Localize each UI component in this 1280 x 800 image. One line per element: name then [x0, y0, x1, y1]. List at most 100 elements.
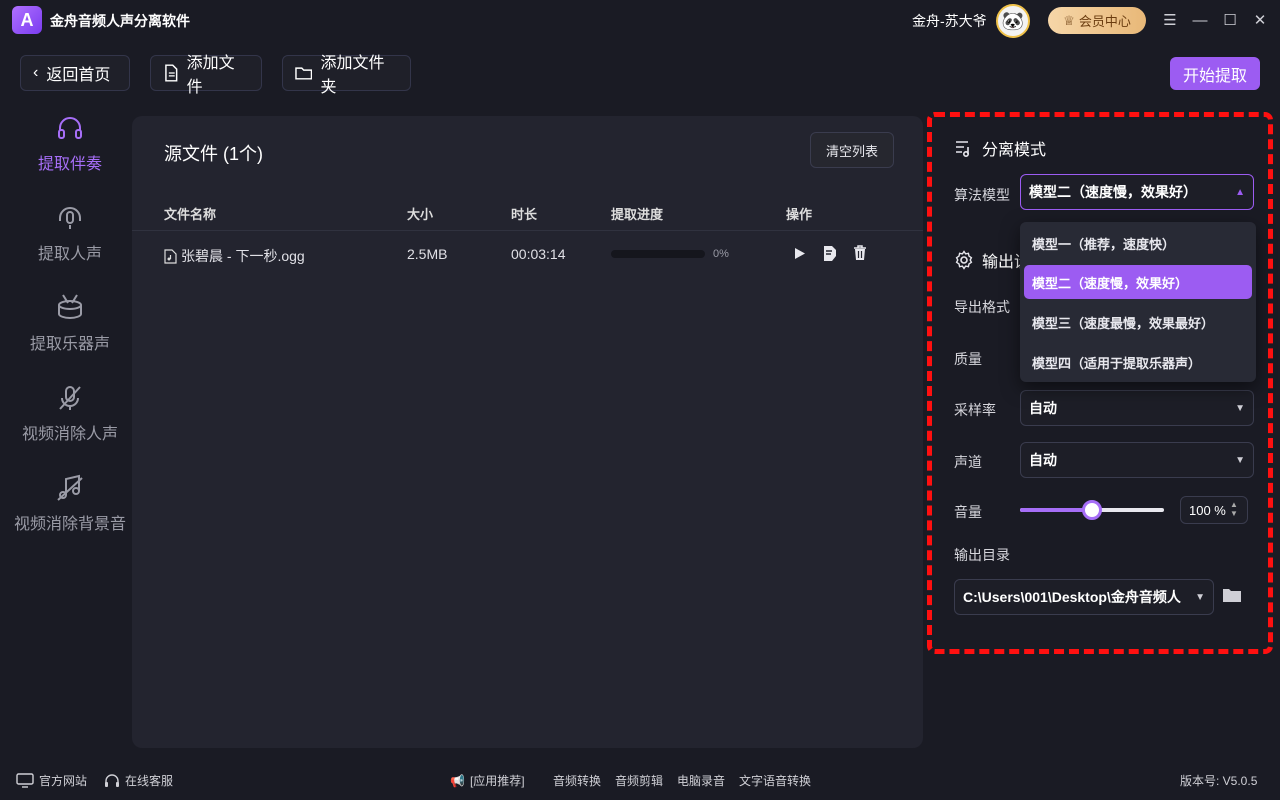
algorithm-model-label: 算法模型	[954, 187, 1010, 203]
version-number: 版本号: V5.0.5	[1180, 774, 1258, 788]
column-header-duration: 时长	[511, 207, 538, 222]
quality-label: 质量	[954, 351, 982, 367]
output-dir-value: C:\Users\001\Desktop\金舟音频人	[963, 589, 1181, 605]
file-duration: 00:03:14	[511, 246, 566, 262]
output-dir-label: 输出目录	[954, 547, 1010, 563]
column-header-size: 大小	[407, 207, 434, 222]
crown-icon: ♕	[1063, 12, 1075, 28]
chevron-down-icon: ▼	[1195, 591, 1205, 603]
add-folder-button[interactable]: 添加文件夹	[282, 55, 411, 96]
monitor-icon	[16, 773, 34, 788]
model-option-2[interactable]: 模型二（速度慢，效果好）	[1024, 265, 1252, 299]
sample-rate-select[interactable]: 自动 ▼	[1020, 390, 1254, 426]
sidebar-item-label: 提取乐器声	[29, 336, 110, 353]
footer-link-audio-convert[interactable]: 音频转换	[553, 772, 601, 789]
footer-link-text-to-speech[interactable]: 文字语音转换	[739, 772, 811, 789]
back-home-label: 返回首页	[46, 67, 111, 84]
back-home-button[interactable]: ‹ 返回首页	[20, 55, 130, 91]
start-extract-button[interactable]: 开始提取	[1170, 57, 1260, 90]
channel-label: 声道	[954, 454, 982, 470]
extract-progress-bar	[611, 250, 705, 258]
volume-label: 音量	[954, 504, 982, 520]
algorithm-model-value: 模型二（速度慢，效果好）	[1029, 184, 1197, 200]
algorithm-model-select[interactable]: 模型二（速度慢，效果好） ▲	[1020, 174, 1254, 210]
app-logo: A	[12, 6, 42, 34]
sample-rate-label: 采样率	[954, 402, 996, 418]
volume-slider-thumb[interactable]	[1082, 500, 1102, 520]
file-name-cell: 张碧晨 - 下一秒.ogg	[164, 246, 305, 266]
sample-rate-value: 自动	[1029, 400, 1057, 416]
official-website-label: 官方网站	[39, 774, 88, 788]
sidebar-item-extract-accompaniment[interactable]: 提取伴奏	[0, 112, 140, 174]
music-off-icon	[54, 472, 86, 504]
minimize-icon[interactable]: —	[1190, 10, 1210, 30]
file-name: 张碧晨 - 下一秒.ogg	[181, 248, 305, 264]
algorithm-model-dropdown: 模型一（推荐，速度快） 模型二（速度慢，效果好） 模型三（速度最慢，效果最好） …	[1020, 222, 1256, 382]
channel-select[interactable]: 自动 ▼	[1020, 442, 1254, 478]
chevron-up-icon: ▲	[1235, 186, 1245, 198]
sidebar-item-video-remove-bgm[interactable]: 视频消除背景音	[0, 472, 140, 534]
chevron-left-icon: ‹	[33, 64, 39, 81]
source-file-panel: 源文件 (1个) 清空列表 文件名称 大小 时长 提取进度 操作 张碧晨 - 下…	[132, 116, 923, 748]
sidebar-item-extract-vocals[interactable]: 提取人声	[0, 202, 140, 264]
app-title: 金舟音频人声分离软件	[50, 13, 190, 29]
model-option-1[interactable]: 模型一（推荐，速度快）	[1024, 226, 1252, 260]
recommend-label: [应用推荐]	[469, 774, 525, 788]
avatar[interactable]: 🐼	[996, 4, 1030, 38]
mic-off-icon	[54, 382, 86, 414]
add-file-label: 添加文件	[186, 55, 235, 96]
headphones-icon	[54, 112, 86, 144]
model-option-3[interactable]: 模型三（速度最慢，效果最好）	[1024, 305, 1252, 339]
user-name[interactable]: 金舟-苏大爷	[912, 11, 987, 31]
vip-center-button[interactable]: ♕ 会员中心	[1048, 7, 1146, 34]
file-icon	[165, 64, 178, 82]
close-icon[interactable]: ✕	[1250, 10, 1270, 30]
folder-icon	[295, 67, 313, 80]
channel-value: 自动	[1029, 452, 1057, 468]
sidebar-item-video-remove-vocals[interactable]: 视频消除人声	[0, 382, 140, 444]
column-header-progress: 提取进度	[611, 207, 664, 222]
output-dir-select[interactable]: C:\Users\001\Desktop\金舟音频人 ▼	[954, 579, 1214, 615]
drum-icon	[54, 292, 86, 324]
browse-folder-icon[interactable]	[1222, 586, 1244, 608]
vip-center-label: 会员中心	[1078, 14, 1131, 29]
gear-icon	[955, 250, 973, 270]
separation-mode-title: 分离模式	[982, 142, 1047, 159]
header-divider	[132, 230, 923, 231]
title-bar: A 金舟音频人声分离软件 金舟-苏大爷 🐼 ♕ 会员中心 ☰ — ☐ ✕	[0, 0, 1280, 40]
megaphone-icon: 📢	[450, 773, 465, 788]
output-settings-header: 输出设	[954, 248, 1030, 272]
online-support-label: 在线客服	[125, 774, 174, 788]
separation-icon	[956, 141, 970, 158]
export-format-label: 导出格式	[954, 299, 1010, 315]
official-website-link[interactable]: 官方网站	[16, 772, 87, 789]
chevron-down-icon: ▼	[1235, 402, 1245, 414]
headset-icon	[105, 773, 119, 787]
volume-value: 100 %	[1189, 502, 1226, 518]
sidebar-item-label: 视频消除人声	[21, 426, 118, 443]
audio-file-icon	[164, 248, 177, 264]
menu-icon[interactable]: ☰	[1160, 10, 1180, 30]
clear-list-button[interactable]: 清空列表	[810, 132, 894, 168]
file-size: 2.5MB	[407, 246, 448, 262]
add-file-button[interactable]: 添加文件	[150, 55, 262, 96]
trash-icon[interactable]	[851, 244, 869, 262]
progress-percent: 0%	[713, 248, 729, 260]
recommend-section: 📢 [应用推荐]	[450, 772, 525, 789]
column-header-actions: 操作	[786, 207, 813, 222]
maximize-icon[interactable]: ☐	[1220, 10, 1240, 30]
chevron-down-icon: ▼	[1235, 454, 1245, 466]
footer-link-pc-record[interactable]: 电脑录音	[677, 772, 725, 789]
online-support-link[interactable]: 在线客服	[104, 772, 173, 789]
model-option-4[interactable]: 模型四（适用于提取乐器声）	[1024, 345, 1252, 379]
volume-spinner-icon[interactable]: ▲ ▼	[1230, 500, 1238, 518]
sidebar-item-extract-instruments[interactable]: 提取乐器声	[0, 292, 140, 354]
microphone-icon	[54, 202, 86, 234]
sidebar-item-label: 提取伴奏	[37, 156, 102, 173]
edit-file-icon[interactable]	[821, 244, 839, 262]
footer-link-audio-edit[interactable]: 音频剪辑	[615, 772, 663, 789]
separation-mode-header: 分离模式	[954, 136, 1046, 160]
play-icon[interactable]	[791, 244, 809, 262]
add-folder-label: 添加文件夹	[320, 55, 385, 96]
source-file-title: 源文件 (1个)	[164, 144, 263, 164]
